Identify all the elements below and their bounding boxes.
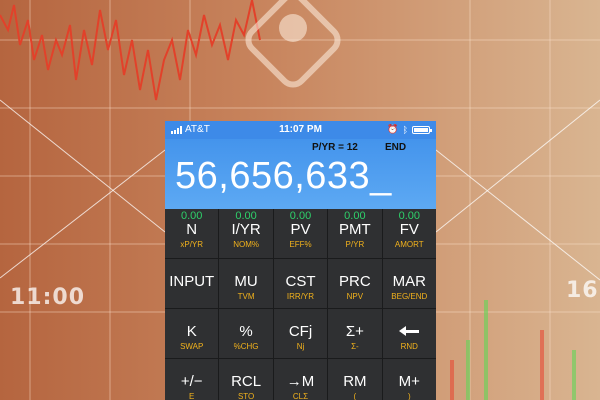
secondary-function: xP/YR (180, 240, 204, 249)
display-value: 56,656,633_ (175, 155, 392, 197)
secondary-function: ( (353, 392, 357, 400)
secondary-function: TVM (237, 292, 255, 301)
key-label: CST (285, 273, 316, 290)
key-plus-minus[interactable]: +/− E (165, 359, 219, 400)
secondary-function: Σ- (351, 342, 359, 351)
key-mu[interactable]: MU TVM (219, 259, 273, 308)
key-label (383, 323, 436, 340)
key-label: FV (399, 221, 419, 238)
keypad: 0.00 NxP/YR 0.00 I/YR NOM% 0.00 PV EFF% 0.00 PMT P… (165, 209, 436, 400)
key-label: PRC (339, 273, 371, 290)
key-label: MAR (392, 273, 426, 290)
key-label: RM (343, 373, 367, 390)
key-sigma-plus[interactable]: Σ+ Σ- (328, 309, 382, 358)
status-icons: ⏰ ᛒ (387, 124, 432, 135)
key-label: PV (290, 221, 311, 238)
key-cfj[interactable]: CFj Nj (273, 309, 328, 358)
key-to-m[interactable]: →M CLΣ (273, 359, 328, 400)
key-label: K (186, 323, 197, 340)
secondary-function: STO (237, 392, 255, 400)
key-label: N (186, 221, 198, 238)
key-rm[interactable]: RM ( (328, 359, 382, 400)
key-n[interactable]: 0.00 NxP/YR (165, 209, 219, 258)
calculator-app: AT&T 11:07 PM ⏰ ᛒ P/YR = 12 END 56,656,6… (165, 121, 436, 400)
key-prc[interactable]: PRC NPV (328, 259, 382, 308)
secondary-function: NOM% (233, 240, 259, 249)
secondary-function: SWAP (180, 342, 204, 351)
secondary-function: %CHG (233, 342, 259, 351)
payments-per-year-indicator: P/YR = 12 (312, 142, 358, 153)
key-k[interactable]: K SWAP (165, 309, 219, 358)
key-pv[interactable]: 0.00 PV EFF% (273, 209, 328, 258)
key-label: INPUT (169, 273, 215, 290)
alarm-icon: ⏰ (387, 124, 399, 134)
key-percent[interactable]: % %CHG (219, 309, 273, 358)
key-label: Σ+ (345, 323, 364, 340)
secondary-function: BEG/END (391, 292, 428, 301)
bluetooth-icon: ᛒ (402, 124, 408, 135)
secondary-function: IRR/YR (286, 292, 315, 301)
key-mar[interactable]: MAR BEG/END (382, 259, 436, 308)
key-label: MU (234, 273, 258, 290)
background-time-label: 11:00 (10, 285, 86, 310)
secondary-function: CLΣ (292, 392, 309, 400)
key-cst[interactable]: CST IRR/YR (273, 259, 328, 308)
battery-icon (412, 125, 432, 134)
key-m-plus[interactable]: M+) (382, 359, 436, 400)
key-backspace[interactable]: RND (382, 309, 436, 358)
key-i-yr[interactable]: 0.00 I/YR NOM% (219, 209, 273, 258)
secondary-function: ) (407, 392, 411, 400)
key-label: RCL (231, 373, 262, 390)
background-time-label-right: 16:0 (566, 278, 600, 303)
key-fv[interactable]: 0.00 FV AMORT (382, 209, 436, 258)
secondary-function: RND (400, 342, 418, 351)
key-label: CFj (288, 323, 313, 340)
secondary-function: P/YR (345, 240, 365, 249)
key-label: M+ (398, 373, 420, 390)
key-rcl[interactable]: RCL STO (219, 359, 273, 400)
arrow-left-icon (399, 326, 420, 336)
key-label: I/YR (231, 221, 261, 238)
secondary-function: Nj (296, 342, 305, 351)
key-input[interactable]: INPUT (165, 259, 219, 308)
calculator-display: P/YR = 12 END 56,656,633_ (165, 139, 436, 209)
key-pmt[interactable]: 0.00 PMT P/YR (328, 209, 382, 258)
key-label: PMT (339, 221, 371, 238)
key-label: % (239, 323, 253, 340)
key-label: +/− (180, 373, 203, 390)
payment-mode-indicator: END (385, 142, 407, 153)
status-bar: AT&T 11:07 PM ⏰ ᛒ (165, 121, 436, 139)
secondary-function: E (189, 392, 195, 400)
secondary-function: EFF% (289, 240, 312, 249)
key-label: →M (286, 373, 315, 390)
secondary-function: NPV (346, 292, 364, 301)
secondary-function: AMORT (394, 240, 424, 249)
